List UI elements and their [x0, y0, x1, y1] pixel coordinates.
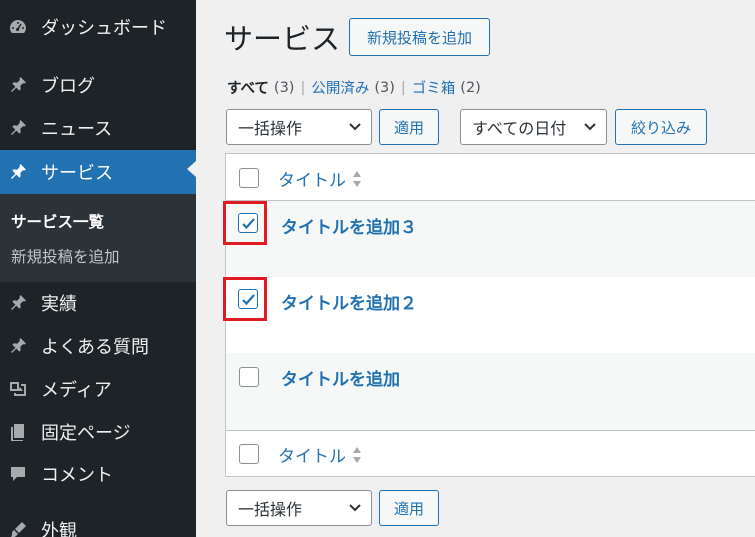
sidebar-item-appearance[interactable]: 外観 — [0, 511, 196, 537]
column-title-label: タイトル — [278, 171, 346, 191]
sidebar-item-label: 実績 — [41, 294, 77, 315]
filter-trash-link[interactable]: ゴミ箱 — [412, 77, 456, 98]
apply-button-bottom[interactable]: 適用 — [379, 490, 439, 526]
table-row: タイトルを追加３ — [223, 201, 755, 277]
pin-icon — [8, 75, 28, 95]
checkmark-icon — [242, 294, 255, 306]
sort-icon — [352, 170, 362, 188]
comment-icon — [8, 464, 28, 484]
sidebar-item-label: ニュース — [41, 119, 113, 140]
sidebar-item-label: ダッシュボード — [41, 18, 167, 39]
date-filter-selected: すべての日付 — [472, 119, 567, 138]
sidebar-item-label: 外観 — [41, 521, 77, 537]
filter-separator: | — [400, 79, 406, 96]
chevron-down-icon — [349, 123, 361, 131]
row-checkbox[interactable] — [238, 213, 258, 233]
filter-published-link[interactable]: 公開済み — [311, 77, 369, 98]
filter-all-link[interactable]: すべて — [227, 77, 269, 98]
post-title-link[interactable]: タイトルを追加３ — [281, 213, 417, 238]
posts-table: タイトル タイトルを追加３ タイトルを追加２ タイトルを追加 タイトル — [223, 153, 755, 477]
bulk-action-selected: 一括操作 — [238, 119, 303, 138]
sidebar-item-works[interactable]: 実績 — [0, 284, 196, 322]
sidebar-item-dashboard[interactable]: ダッシュボード — [0, 8, 196, 46]
sidebar-item-pages[interactable]: 固定ページ — [0, 413, 196, 451]
bulk-action-select-top[interactable]: 一括操作 — [226, 109, 372, 145]
sidebar-item-label: ブログ — [41, 76, 95, 97]
status-filter-links: すべて (3) | 公開済み (3) | ゴミ箱 (2) — [227, 77, 481, 98]
sidebar-item-label: 固定ページ — [41, 423, 131, 444]
chevron-down-icon — [349, 504, 361, 512]
dashboard-icon — [8, 17, 28, 37]
filter-button[interactable]: 絞り込み — [615, 109, 707, 145]
row-checkbox[interactable] — [239, 367, 259, 387]
filter-all-count: (3) — [273, 79, 295, 96]
pin-icon — [8, 293, 28, 313]
sidebar-item-label: コメント — [41, 465, 113, 486]
table-row: タイトルを追加２ — [223, 277, 755, 353]
sidebar-item-news[interactable]: ニュース — [0, 109, 196, 147]
filter-trash-count: (2) — [460, 79, 481, 96]
table-header-row: タイトル — [226, 154, 755, 201]
sidebar-item-label: サービス — [41, 163, 113, 184]
select-all-checkbox-footer[interactable] — [239, 444, 259, 464]
submenu-item-service-list[interactable]: サービス一覧 — [11, 210, 104, 232]
row-checkbox[interactable] — [238, 289, 258, 309]
bulk-action-select-bottom[interactable]: 一括操作 — [226, 490, 372, 526]
column-title-header[interactable]: タイトル — [278, 166, 362, 191]
table-footer-row: タイトル — [226, 430, 755, 476]
sidebar-item-services[interactable]: サービス — [0, 150, 196, 194]
sidebar-item-faq[interactable]: よくある質問 — [0, 327, 196, 365]
date-filter-select[interactable]: すべての日付 — [460, 109, 607, 145]
appearance-icon — [8, 520, 28, 537]
add-new-post-button[interactable]: 新規投稿を追加 — [349, 18, 490, 56]
checkmark-icon — [242, 218, 255, 230]
services-submenu: サービス一覧 新規投稿を追加 — [0, 194, 196, 282]
bulk-action-selected: 一括操作 — [238, 500, 303, 519]
sidebar-item-comments[interactable]: コメント — [0, 455, 196, 493]
sidebar-item-blog[interactable]: ブログ — [0, 66, 196, 104]
pin-icon — [8, 162, 28, 182]
pin-icon — [8, 336, 28, 356]
table-row: タイトルを追加 — [226, 353, 755, 430]
filter-published-count: (3) — [374, 79, 395, 96]
sort-icon — [352, 446, 362, 464]
select-all-checkbox[interactable] — [239, 168, 259, 188]
admin-sidebar: ダッシュボード ブログ ニュース サービス サービス一覧 新規投稿を追加 実績 … — [0, 0, 196, 537]
column-title-label: タイトル — [278, 447, 346, 467]
page-title: サービス — [224, 22, 341, 56]
media-icon — [8, 379, 28, 399]
sidebar-item-media[interactable]: メディア — [0, 370, 196, 408]
pin-icon — [8, 118, 28, 138]
apply-button-top[interactable]: 適用 — [379, 109, 439, 145]
sidebar-item-label: メディア — [41, 380, 112, 401]
chevron-down-icon — [584, 123, 596, 131]
column-title-footer[interactable]: タイトル — [278, 442, 362, 467]
sidebar-item-label: よくある質問 — [41, 337, 149, 358]
post-title-link[interactable]: タイトルを追加２ — [281, 289, 417, 314]
submenu-item-add-new[interactable]: 新規投稿を追加 — [11, 245, 120, 267]
page-icon — [8, 422, 28, 442]
post-title-link[interactable]: タイトルを追加 — [281, 365, 400, 390]
filter-separator: | — [300, 79, 306, 96]
